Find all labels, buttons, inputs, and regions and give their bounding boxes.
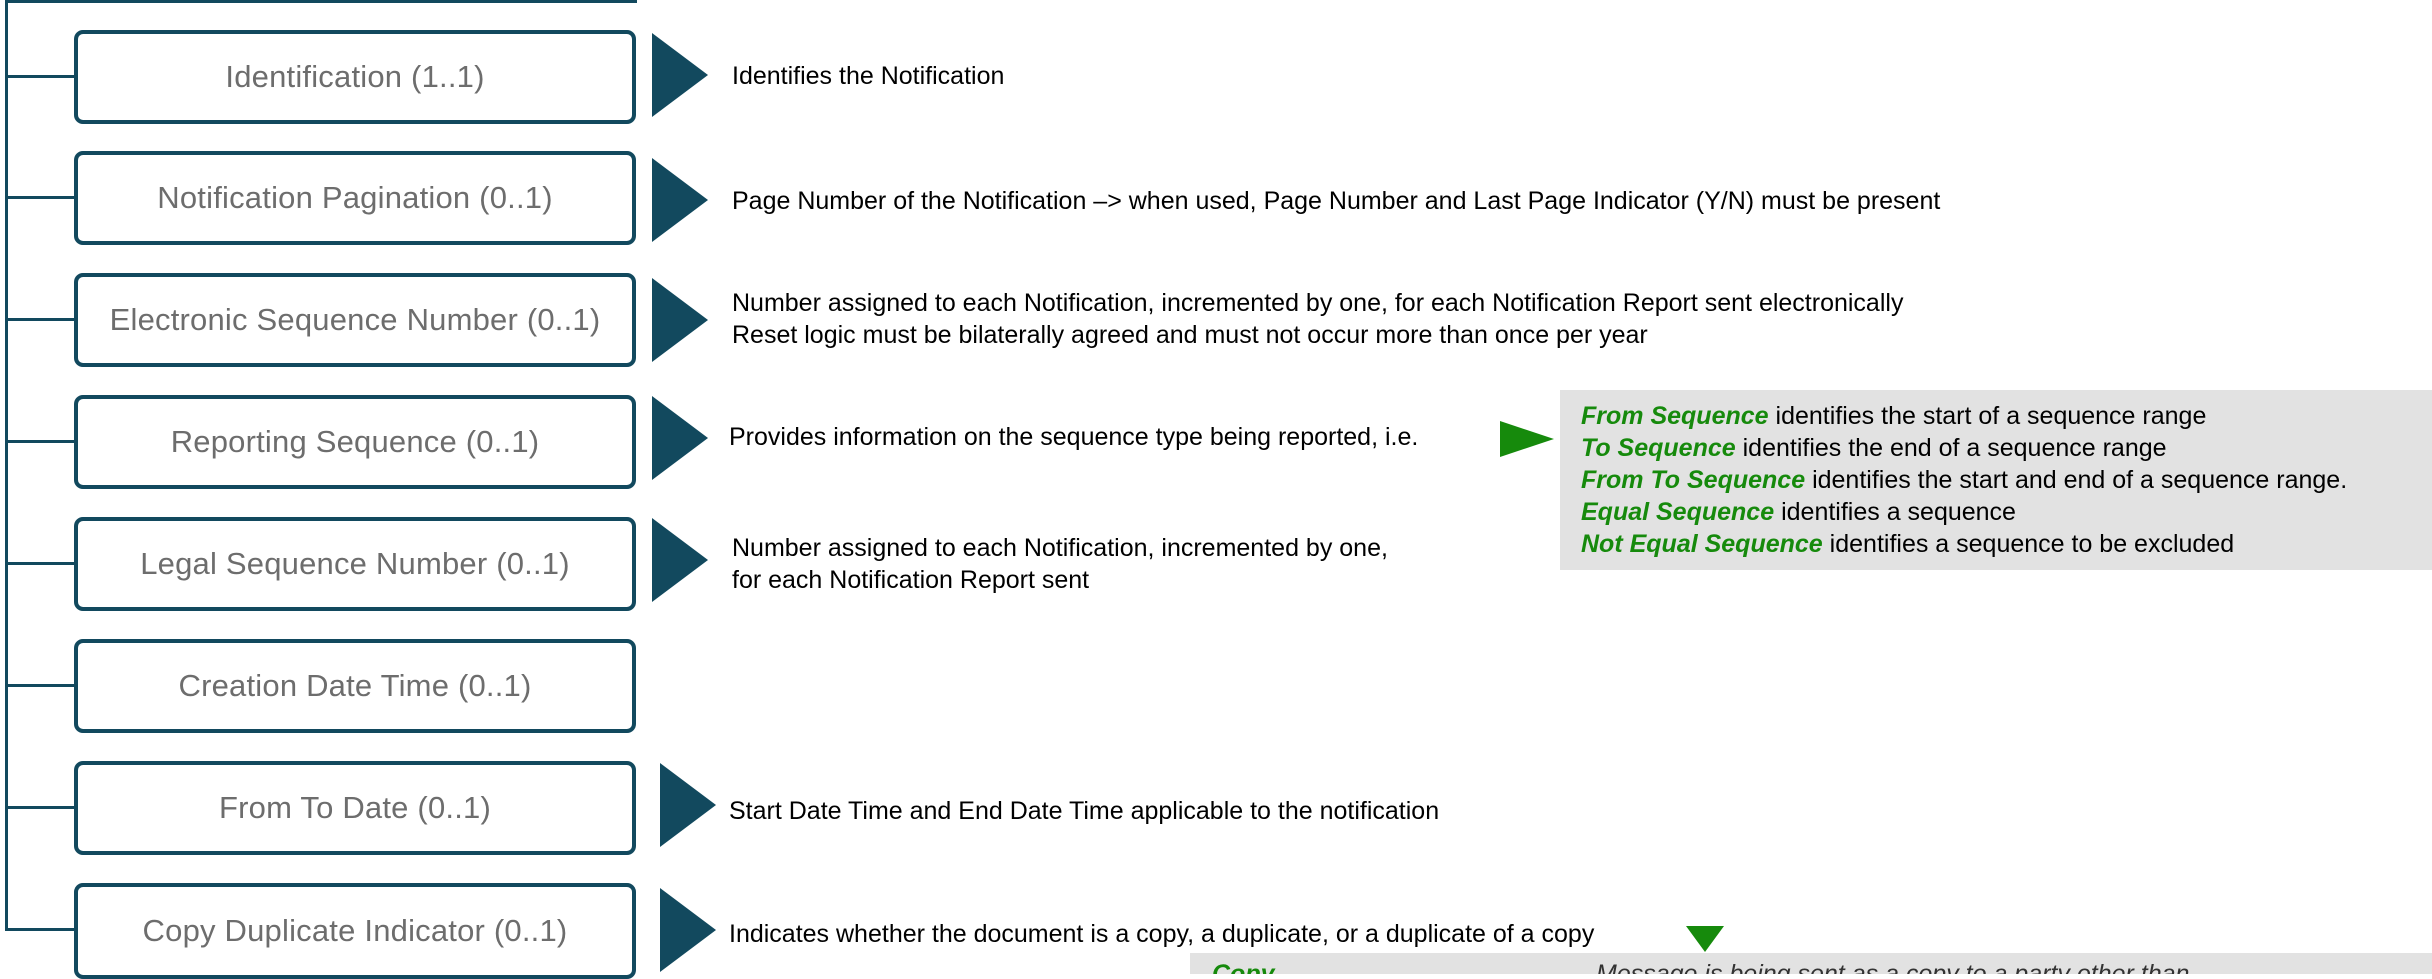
arrow-right-icon <box>652 33 708 117</box>
branch-connector <box>5 440 75 443</box>
sequence-type-text: identifies the end of a sequence range <box>1742 434 2167 462</box>
sequence-type-text: identifies a sequence <box>1781 498 2016 526</box>
arrow-right-icon <box>652 158 708 242</box>
sequence-type-text: identifies the start and end of a sequen… <box>1812 466 2348 494</box>
tree-trunk-line <box>5 0 8 930</box>
node-creation-date-time: Creation Date Time (0..1) <box>74 639 636 733</box>
sequence-type-term: To Sequence <box>1581 434 1736 462</box>
node-description: Provides information on the sequence typ… <box>729 423 1419 451</box>
node-description: Start Date Time and End Date Time applic… <box>729 797 1440 825</box>
node-copy-duplicate-indicator: Copy Duplicate Indicator (0..1) <box>74 883 636 979</box>
node-description: Number assigned to each Notification, in… <box>732 534 1388 562</box>
node-legal-sequence-number: Legal Sequence Number (0..1) <box>74 517 636 611</box>
node-description: Identifies the Notification <box>732 62 1005 90</box>
node-notification-pagination: Notification Pagination (0..1) <box>74 151 636 245</box>
copy-term: Copy <box>1212 960 1275 974</box>
sequence-type-term: Equal Sequence <box>1581 498 1775 526</box>
sequence-type-term: Not Equal Sequence <box>1581 530 1823 558</box>
green-arrow-right-icon <box>1500 421 1554 457</box>
node-description: Reset logic must be bilaterally agreed a… <box>732 321 1648 349</box>
branch-connector <box>5 318 75 321</box>
branch-connector <box>5 196 75 199</box>
node-description: Number assigned to each Notification, in… <box>732 289 1904 317</box>
sequence-type-item: Not Equal Sequence identifies a sequence… <box>1581 528 2347 560</box>
sequence-types-list: From Sequence identifies the start of a … <box>1581 400 2347 560</box>
arrow-right-icon <box>660 888 716 972</box>
node-reporting-sequence: Reporting Sequence (0..1) <box>74 395 636 489</box>
node-from-to-date: From To Date (0..1) <box>74 761 636 855</box>
node-description: for each Notification Report sent <box>732 566 1090 594</box>
sequence-type-text: identifies the start of a sequence range <box>1775 402 2207 430</box>
arrow-right-icon <box>652 518 708 602</box>
branch-connector <box>5 928 75 931</box>
copy-duplicate-box: Copy Message is being sent as a copy to … <box>1190 953 2432 974</box>
sequence-type-text: identifies a sequence to be excluded <box>1829 530 2235 558</box>
node-identification: Identification (1..1) <box>74 30 636 124</box>
sequence-type-item: To Sequence identifies the end of a sequ… <box>1581 432 2347 464</box>
sequence-type-item: Equal Sequence identifies a sequence <box>1581 496 2347 528</box>
sequence-type-term: From To Sequence <box>1581 466 1806 494</box>
arrow-right-icon <box>652 396 708 480</box>
arrow-right-icon <box>652 278 708 362</box>
branch-connector <box>5 75 75 78</box>
sequence-type-item: From Sequence identifies the start of a … <box>1581 400 2347 432</box>
branch-connector <box>5 684 75 687</box>
arrow-right-icon <box>660 763 716 847</box>
green-arrow-down-icon <box>1686 926 1724 952</box>
sequence-type-term: From Sequence <box>1581 402 1769 430</box>
node-description: Indicates whether the document is a copy… <box>729 920 1595 948</box>
branch-connector <box>5 562 75 565</box>
tree-top-connector <box>5 0 637 3</box>
node-description: Page Number of the Notification –> when … <box>732 187 1941 215</box>
node-electronic-sequence-number: Electronic Sequence Number (0..1) <box>74 273 636 367</box>
sequence-types-box: From Sequence identifies the start of a … <box>1560 390 2432 570</box>
copy-text: Message is being sent as a copy to a par… <box>1596 960 2190 974</box>
branch-connector <box>5 806 75 809</box>
sequence-type-item: From To Sequence identifies the start an… <box>1581 464 2347 496</box>
